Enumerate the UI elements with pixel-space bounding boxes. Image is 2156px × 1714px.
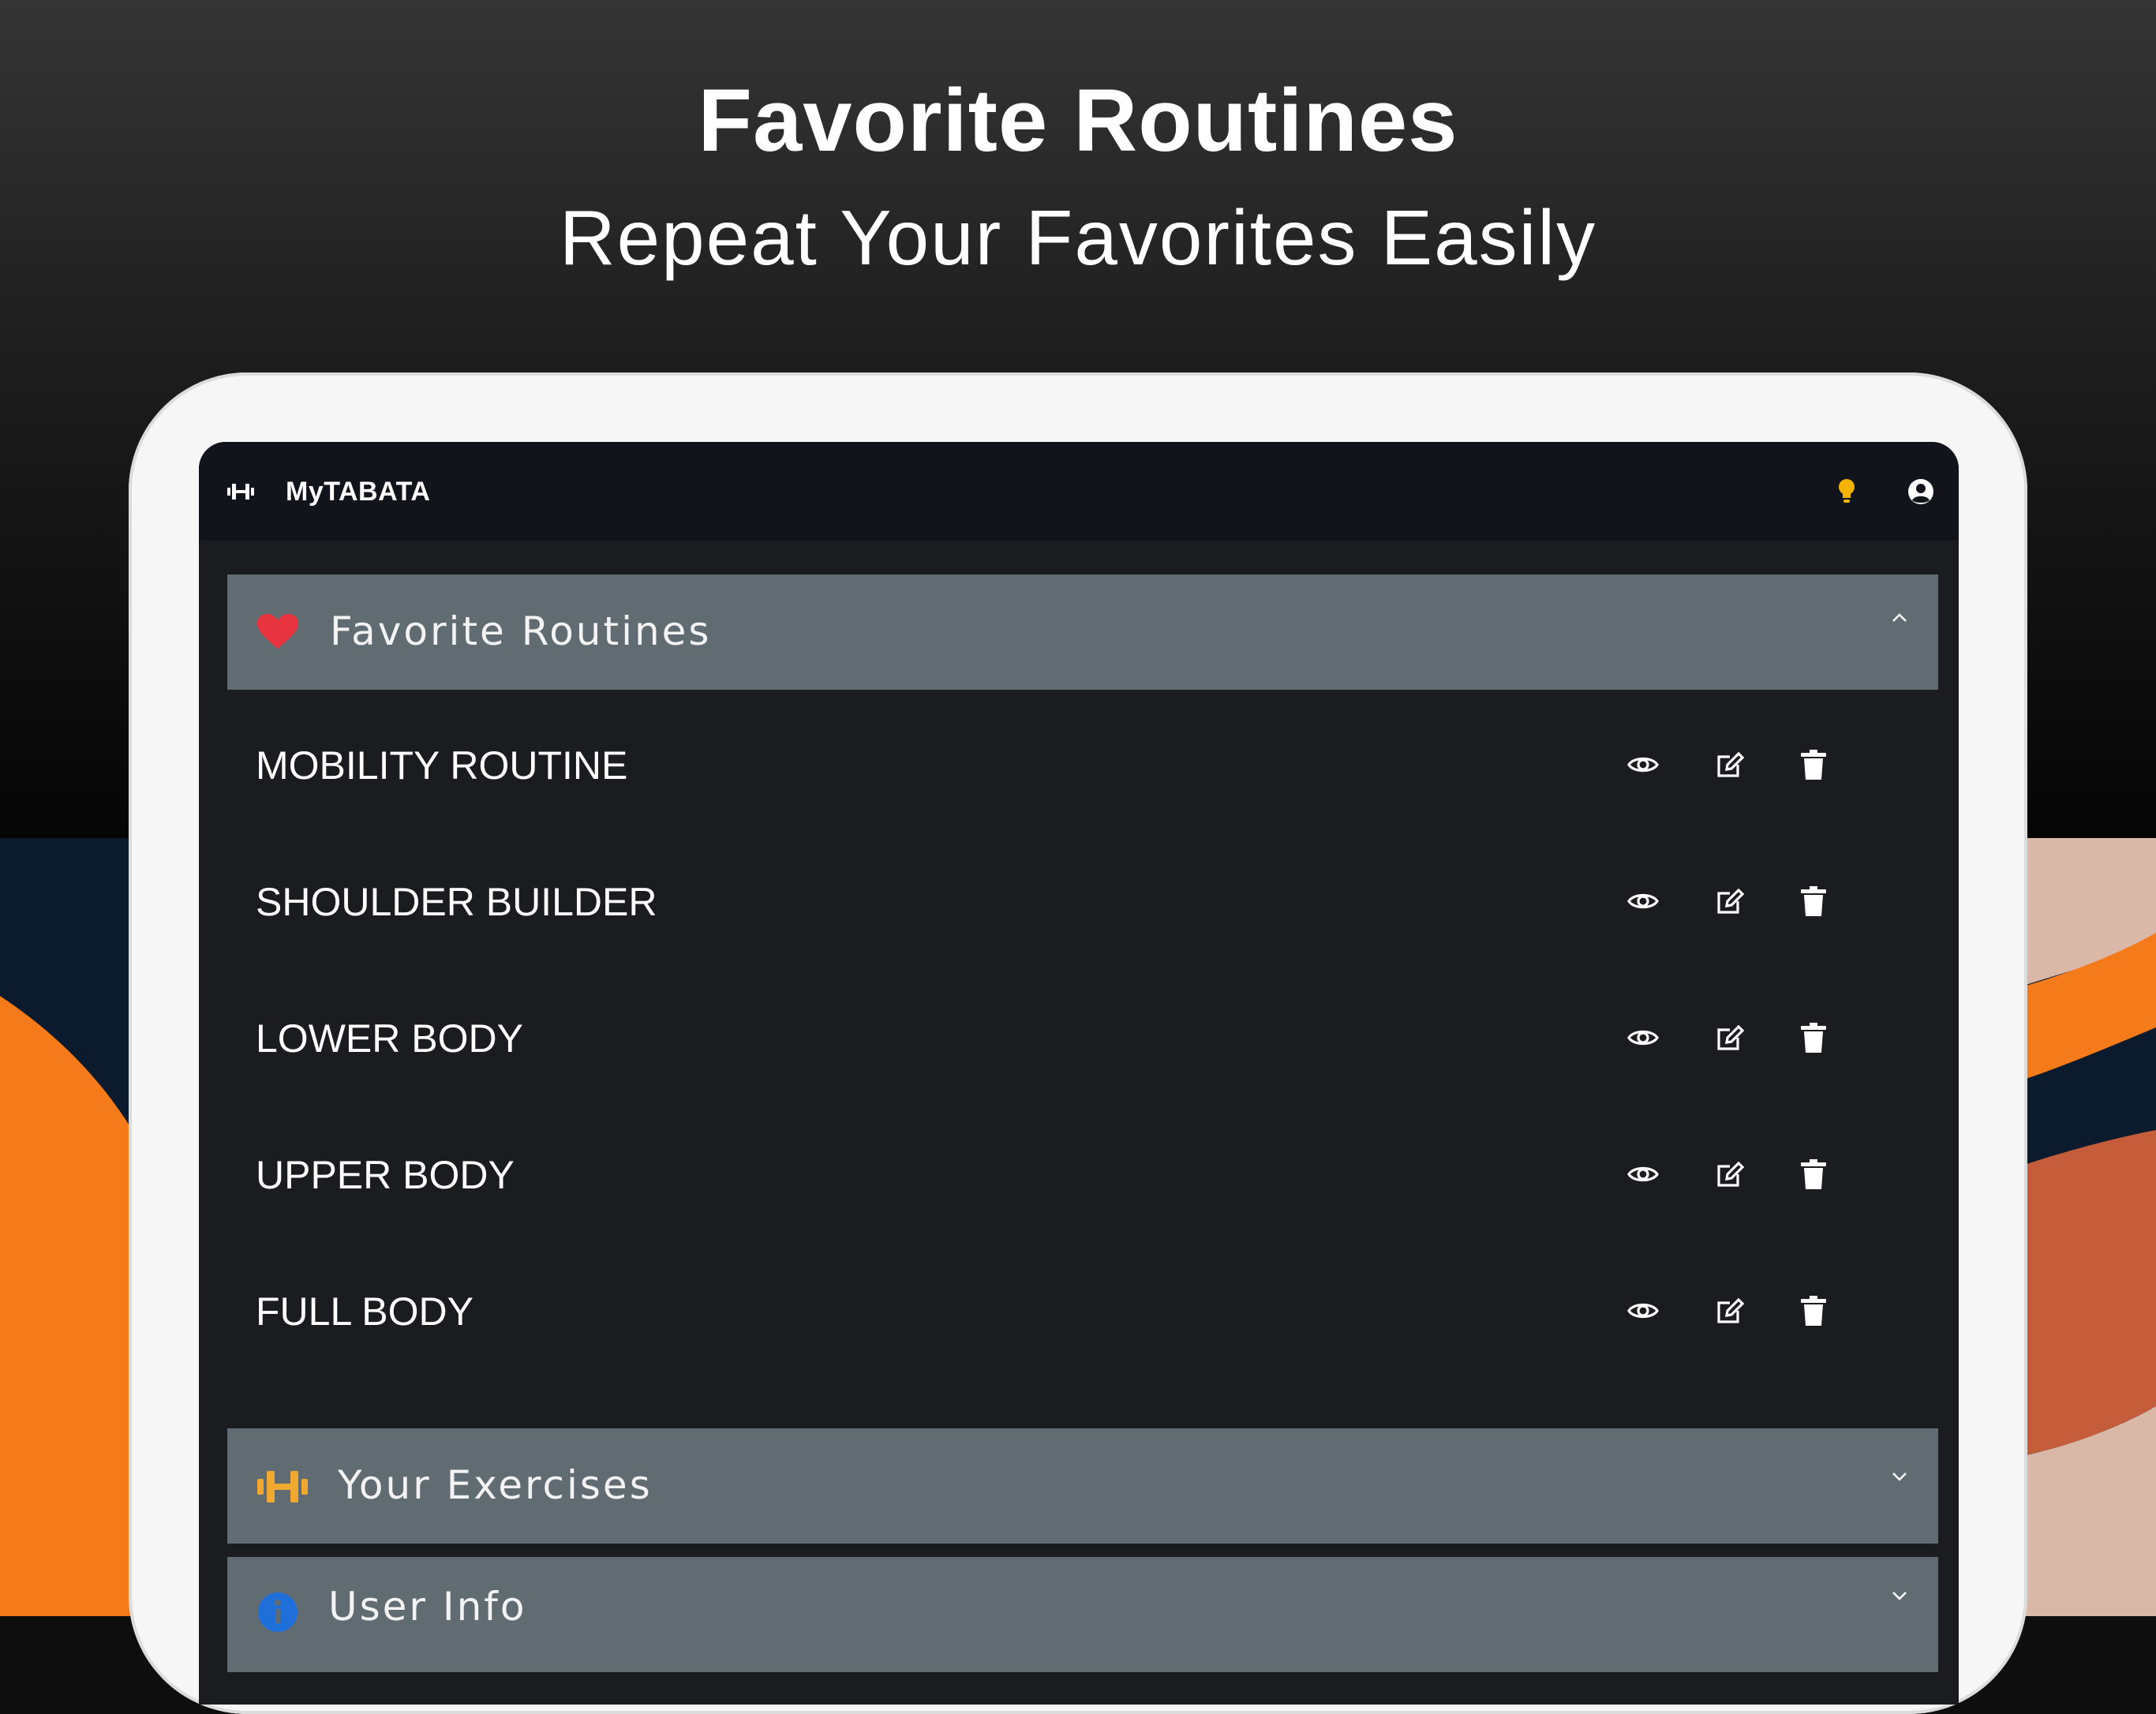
chevron-down-icon[interactable] xyxy=(1889,1466,1910,1487)
trash-icon[interactable] xyxy=(1798,749,1829,780)
edit-icon[interactable] xyxy=(1714,885,1746,917)
your-exercises-label: Your Exercises xyxy=(338,1462,653,1508)
routine-row[interactable]: LOWER BODY xyxy=(227,970,1938,1104)
promo-headline: Favorite Routines xyxy=(698,71,1458,170)
dumbbell-icon xyxy=(257,1471,308,1503)
chevron-down-icon[interactable] xyxy=(1889,1585,1910,1606)
routine-row[interactable]: UPPER BODY xyxy=(227,1106,1938,1241)
heart-icon xyxy=(257,614,298,649)
app-screen: MyTABATA Favorite Routines MOBILITY ROUT… xyxy=(199,442,1959,1705)
edit-icon[interactable] xyxy=(1714,1158,1746,1190)
your-exercises-panel-header[interactable]: Your Exercises xyxy=(227,1428,1938,1544)
favorite-routines-label: Favorite Routines xyxy=(330,608,712,654)
chevron-up-icon[interactable] xyxy=(1889,608,1910,628)
trash-icon[interactable] xyxy=(1798,1022,1829,1053)
trash-icon[interactable] xyxy=(1798,1158,1829,1190)
routine-name: UPPER BODY xyxy=(256,1153,515,1197)
routine-name: FULL BODY xyxy=(256,1289,474,1334)
routine-row[interactable]: SHOULDER BUILDER xyxy=(227,833,1938,967)
routine-name: LOWER BODY xyxy=(256,1016,523,1061)
routine-row[interactable]: FULL BODY xyxy=(227,1243,1938,1377)
app-bar: MyTABATA xyxy=(199,442,1959,541)
info-icon xyxy=(258,1592,298,1632)
dumbbell-icon xyxy=(227,484,254,500)
app-title: MyTABATA xyxy=(286,477,431,507)
trash-icon[interactable] xyxy=(1798,1295,1829,1327)
routine-name: SHOULDER BUILDER xyxy=(256,880,657,924)
user-info-label: User Info xyxy=(328,1584,527,1630)
promo-subheadline: Repeat Your Favorites Easily xyxy=(559,194,1597,281)
eye-icon[interactable] xyxy=(1627,749,1659,780)
edit-icon[interactable] xyxy=(1714,1295,1746,1327)
eye-icon[interactable] xyxy=(1627,1158,1659,1190)
lightbulb-icon[interactable] xyxy=(1836,477,1857,504)
account-circle-icon[interactable] xyxy=(1907,478,1934,505)
eye-icon[interactable] xyxy=(1627,1022,1659,1053)
user-info-panel-header[interactable]: User Info xyxy=(227,1557,1938,1672)
trash-icon[interactable] xyxy=(1798,885,1829,917)
routine-row[interactable]: MOBILITY ROUTINE xyxy=(227,697,1938,831)
routine-name: MOBILITY ROUTINE xyxy=(256,743,628,788)
eye-icon[interactable] xyxy=(1627,1295,1659,1327)
eye-icon[interactable] xyxy=(1627,885,1659,917)
favorite-routines-panel-header[interactable]: Favorite Routines xyxy=(227,574,1938,690)
edit-icon[interactable] xyxy=(1714,1022,1746,1053)
edit-icon[interactable] xyxy=(1714,749,1746,780)
